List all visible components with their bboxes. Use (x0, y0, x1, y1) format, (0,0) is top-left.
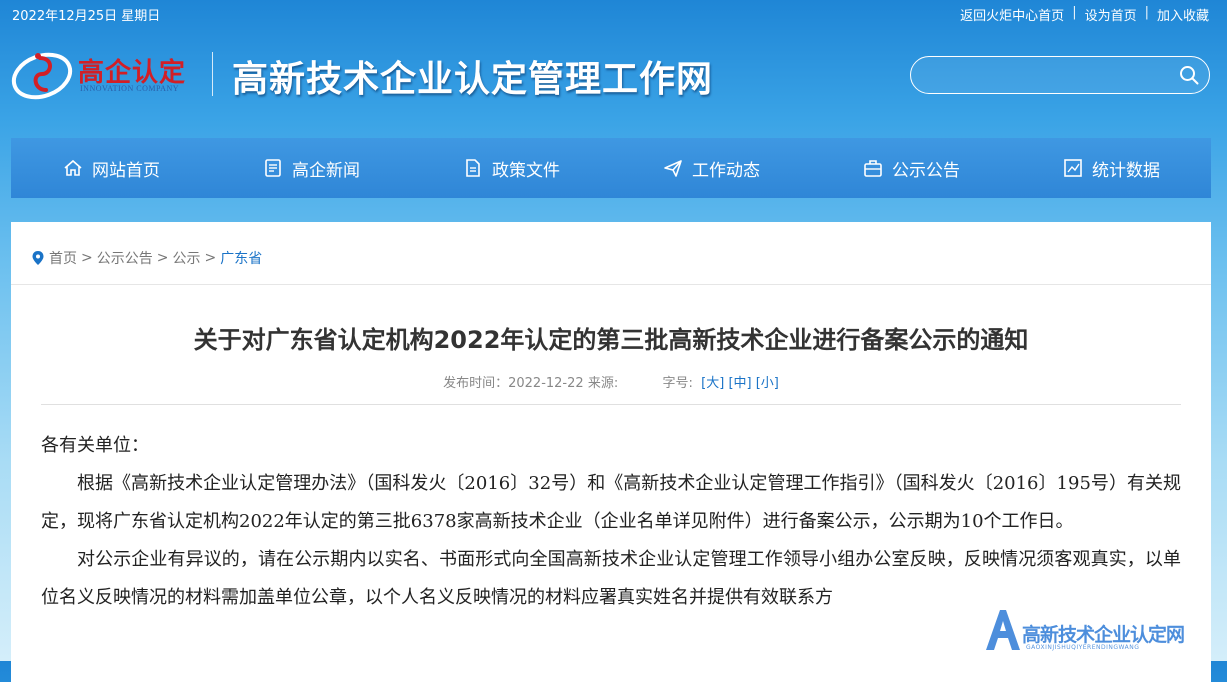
breadcrumb-separator: > (156, 250, 169, 266)
search-icon[interactable] (1179, 65, 1199, 85)
breadcrumb-home[interactable]: 首页 (49, 248, 77, 268)
back-to-torch-center-link[interactable]: 返回火炬中心首页 (960, 5, 1064, 24)
nav-item-statistics[interactable]: 统计数据 (1011, 138, 1211, 198)
divider (41, 404, 1181, 405)
search-box (910, 56, 1210, 94)
separator: | (1144, 5, 1149, 20)
watermark-text: 高新技术企业认定网 (1022, 624, 1185, 646)
news-icon (265, 159, 281, 177)
header-divider (212, 52, 213, 96)
nav-label: 高企新闻 (292, 160, 360, 181)
watermark-subtext: GAOXINJISHUQIYERENDINGWANG (1026, 644, 1140, 651)
font-size-large[interactable]: [大] (701, 376, 724, 391)
nav-label: 政策文件 (492, 160, 560, 181)
location-pin-icon (32, 251, 44, 265)
briefcase-icon (864, 160, 882, 177)
article-greeting: 各有关单位： (41, 435, 149, 456)
site-logo[interactable]: 高企认定 INNOVATION COMPANY (10, 44, 210, 104)
breadcrumb-announcements[interactable]: 公示公告 (97, 248, 153, 268)
nav-label: 公示公告 (892, 160, 960, 181)
nav-label: 统计数据 (1092, 160, 1160, 181)
logo-mark-icon (11, 52, 73, 100)
font-size-medium[interactable]: [中] (728, 376, 751, 391)
search-input[interactable] (927, 63, 1171, 89)
breadcrumb: 首页 > 公示公告 > 公示 > 广东省 (31, 248, 262, 268)
site-title: 高新技术企业认定管理工作网 (232, 58, 714, 100)
nav-item-news[interactable]: 高企新闻 (211, 138, 411, 198)
article-body: 各有关单位： 根据《高新技术企业认定管理办法》（国科发火〔2016〕32号）和《… (41, 427, 1181, 617)
set-homepage-link[interactable]: 设为首页 (1085, 5, 1137, 24)
publish-date: 发布时间：2022-12-22 (443, 376, 584, 391)
breadcrumb-publicity[interactable]: 公示 (172, 248, 200, 268)
top-bar: 2022年12月25日 星期日 返回火炬中心首页 | 设为首页 | 加入收藏 (0, 0, 1227, 26)
add-favorite-link[interactable]: 加入收藏 (1157, 5, 1209, 24)
watermark: 高新技术企业认定网 GAOXINJISHUQIYERENDINGWANG (982, 604, 1222, 658)
logo-english: INNOVATION COMPANY (80, 84, 180, 93)
watermark-logo-icon (986, 610, 1020, 650)
nav-item-policy[interactable]: 政策文件 (411, 138, 611, 198)
font-size-label: 字号: (662, 376, 693, 391)
nav-item-announcements[interactable]: 公示公告 (811, 138, 1011, 198)
breadcrumb-separator: > (204, 250, 217, 266)
nav-item-work-updates[interactable]: 工作动态 (611, 138, 811, 198)
document-icon (466, 159, 480, 177)
separator: | (1072, 5, 1077, 20)
home-icon (64, 159, 82, 176)
nav-item-home[interactable]: 网站首页 (11, 138, 211, 198)
breadcrumb-guangdong[interactable]: 广东省 (220, 248, 262, 268)
send-icon (664, 160, 682, 177)
font-size-controls: 字号: [大] [中] [小] (662, 376, 778, 391)
breadcrumb-separator: > (81, 250, 93, 266)
divider (11, 284, 1211, 285)
main-nav: 网站首页 高企新闻 政策文件 工作动态 公示公告 统计数据 (11, 138, 1211, 198)
nav-label: 工作动态 (692, 160, 760, 181)
source-label: 来源: (587, 376, 619, 391)
chart-icon (1064, 159, 1082, 177)
nav-label: 网站首页 (92, 160, 160, 181)
article-paragraph: 根据《高新技术企业认定管理办法》（国科发火〔2016〕32号）和《高新技术企业认… (41, 473, 1181, 532)
top-links: 返回火炬中心首页 | 设为首页 | 加入收藏 (960, 5, 1209, 24)
current-date: 2022年12月25日 星期日 (12, 9, 161, 24)
article-title: 关于对广东省认定机构2022年认定的第三批高新技术企业进行备案公示的通知 (193, 326, 1029, 354)
article-meta: 发布时间：2022-12-22 来源: 字号: [大] [中] [小] (11, 372, 1211, 391)
font-size-small[interactable]: [小] (756, 376, 779, 391)
